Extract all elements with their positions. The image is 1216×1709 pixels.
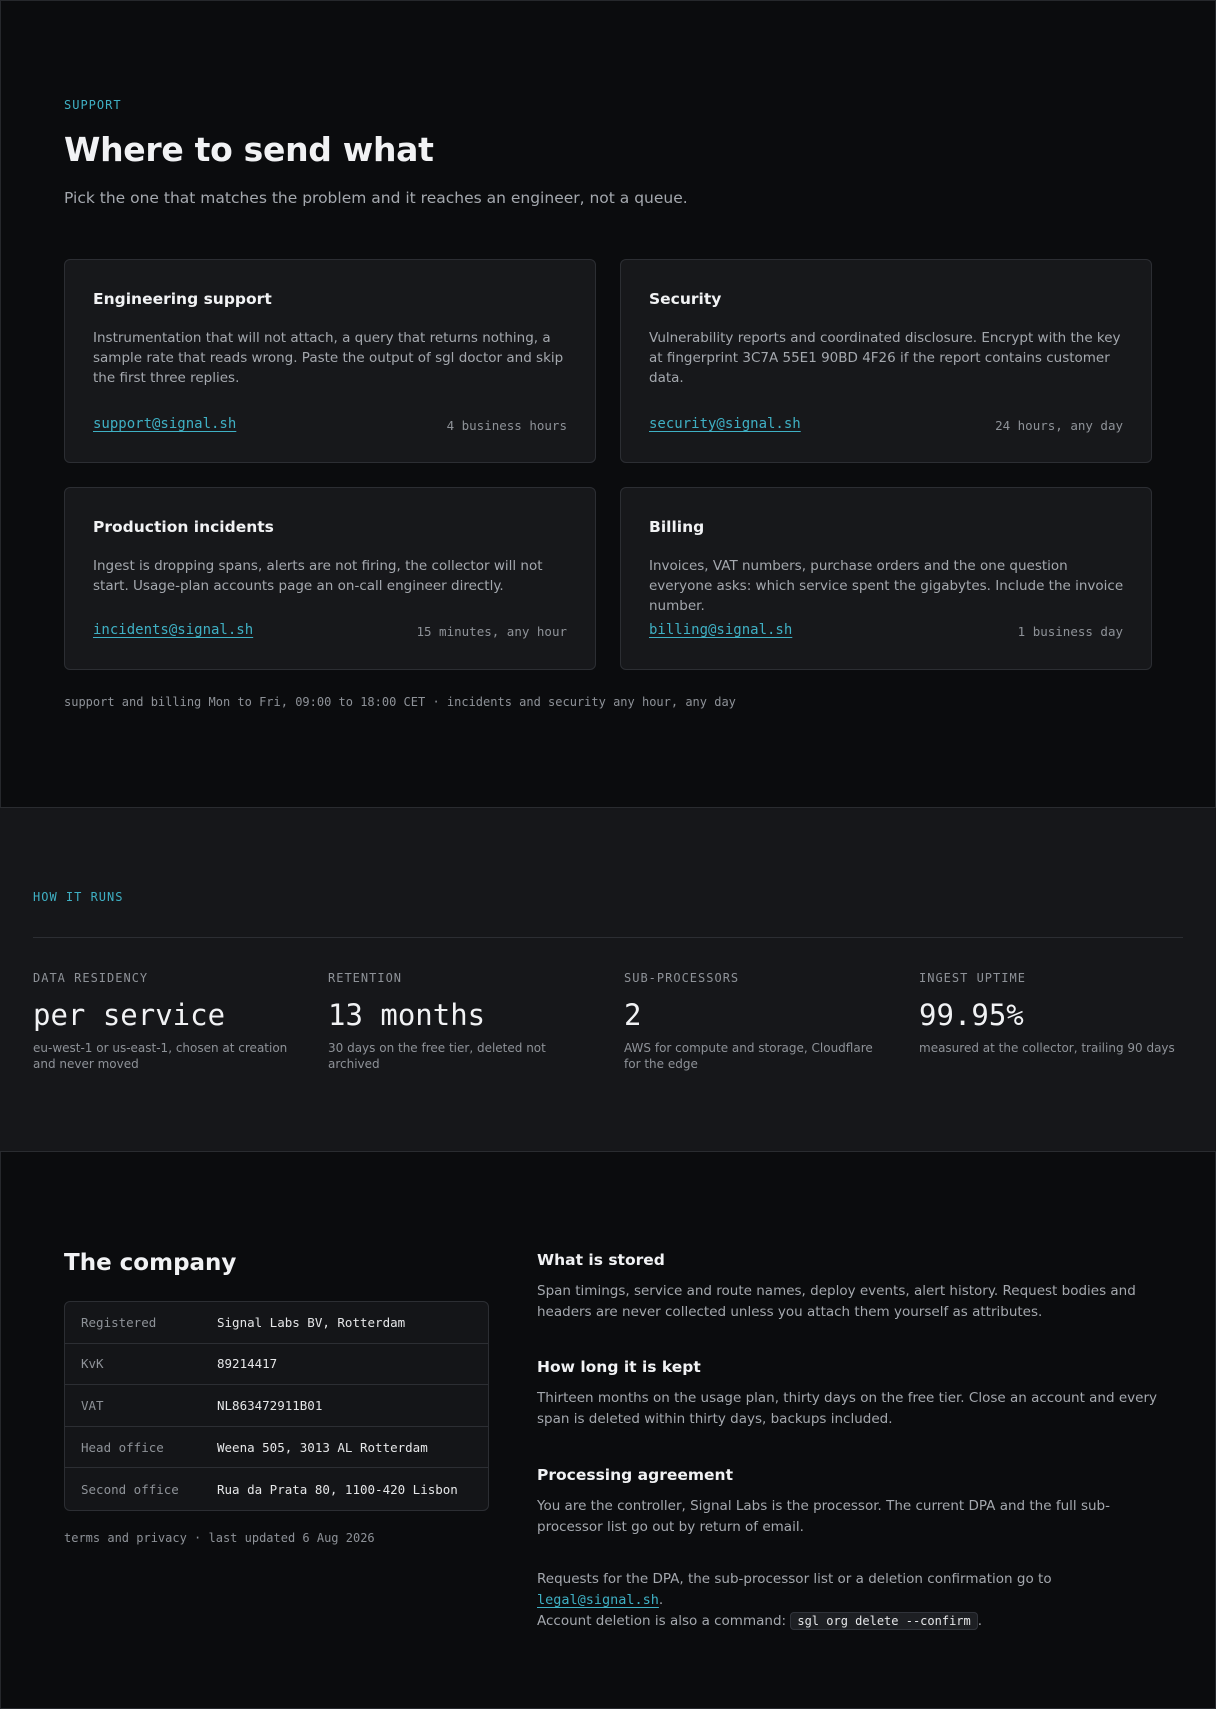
- card-production-incidents: Production incidents Ingest is dropping …: [64, 487, 596, 670]
- card-description: Vulnerability reports and coordinated di…: [649, 330, 1121, 386]
- requests-paragraph: Requests for the DPA, the sub-processor …: [537, 1569, 1167, 1632]
- delete-command: sgl org delete --confirm: [790, 1612, 978, 1630]
- fact-key: Head office: [81, 1439, 164, 1455]
- deletion-text: Account deletion is also a command:: [537, 1613, 791, 1629]
- table-row: Second office Rua da Prata 80, 1100-420 …: [65, 1468, 488, 1510]
- stat-description: measured at the collector, trailing 90 d…: [919, 1041, 1175, 1055]
- section-title: Processing agreement: [537, 1466, 733, 1484]
- card-description: Instrumentation that will not attach, a …: [93, 330, 564, 386]
- card-title: Production incidents: [93, 518, 274, 536]
- stat-description: AWS for compute and storage, Cloudflare …: [624, 1041, 873, 1071]
- table-row: Registered Signal Labs BV, Rotterdam: [65, 1302, 488, 1344]
- stat-sub-processors: SUB-PROCESSORS 2 AWS for compute and sto…: [624, 971, 884, 1072]
- fact-value: Weena 505, 3013 AL Rotterdam: [217, 1439, 428, 1455]
- stat-label: RETENTION: [328, 971, 403, 985]
- fact-value: Rua da Prata 80, 1100-420 Lisbon: [217, 1481, 458, 1497]
- section-body: Span timings, service and route names, d…: [537, 1283, 1136, 1320]
- response-time: 24 hours, any day: [995, 418, 1123, 433]
- company-title: The company: [64, 1250, 237, 1276]
- billing-email-link[interactable]: billing@signal.sh: [649, 622, 792, 638]
- stat-value: 2: [624, 998, 642, 1032]
- fact-key: Second office: [81, 1481, 179, 1497]
- support-section: SUPPORT Where to send what Pick the one …: [0, 0, 1216, 807]
- page-title: Where to send what: [64, 130, 434, 169]
- card-engineering-support: Engineering support Instrumentation that…: [64, 259, 596, 463]
- fact-key: Registered: [81, 1314, 157, 1330]
- stat-label: SUB-PROCESSORS: [624, 971, 740, 985]
- stat-label: INGEST UPTIME: [919, 971, 1026, 985]
- fact-value: 89214417: [217, 1356, 278, 1372]
- deletion-punct: .: [977, 1613, 983, 1629]
- table-row: KvK 89214417: [65, 1344, 488, 1386]
- card-title: Engineering support: [93, 290, 272, 308]
- card-security: Security Vulnerability reports and coord…: [620, 259, 1152, 463]
- fact-key: KvK: [81, 1356, 104, 1372]
- section-title: How long it is kept: [537, 1358, 701, 1376]
- card-description: Invoices, VAT numbers, purchase orders a…: [649, 558, 1124, 614]
- section-processing-agreement: Processing agreement You are the control…: [537, 1466, 1157, 1538]
- stat-description: 30 days on the free tier, deleted not ar…: [328, 1041, 546, 1071]
- fact-value: NL863472911B01: [217, 1397, 323, 1413]
- support-eyebrow: SUPPORT: [64, 98, 122, 112]
- support-hours-note: support and billing Mon to Fri, 09:00 to…: [64, 695, 736, 709]
- stat-value: per service: [33, 998, 226, 1032]
- response-time: 4 business hours: [446, 418, 567, 433]
- card-title: Billing: [649, 518, 705, 536]
- how-it-runs-section: HOW IT RUNS DATA RESIDENCY per service e…: [0, 807, 1216, 1152]
- card-description: Ingest is dropping spans, alerts are not…: [93, 558, 543, 594]
- incidents-email-link[interactable]: incidents@signal.sh: [93, 622, 253, 638]
- section-how-long-kept: How long it is kept Thirteen months on t…: [537, 1358, 1157, 1430]
- requests-punct: .: [658, 1592, 664, 1608]
- stat-ingest-uptime: INGEST UPTIME 99.95% measured at the col…: [919, 971, 1179, 1056]
- stat-value: 13 months: [328, 998, 486, 1032]
- stat-label: DATA RESIDENCY: [33, 971, 149, 985]
- table-row: Head office Weena 505, 3013 AL Rotterdam: [65, 1427, 488, 1469]
- response-time: 1 business day: [1017, 624, 1123, 639]
- response-time: 15 minutes, any hour: [416, 624, 567, 639]
- section-body: Thirteen months on the usage plan, thirt…: [537, 1390, 1157, 1427]
- table-row: VAT NL863472911B01: [65, 1385, 488, 1427]
- runs-eyebrow: HOW IT RUNS: [33, 890, 124, 904]
- section-what-is-stored: What is stored Span timings, service and…: [537, 1251, 1157, 1323]
- stat-retention: RETENTION 13 months 30 days on the free …: [328, 971, 588, 1072]
- legal-email-link[interactable]: legal@signal.sh: [537, 1592, 659, 1608]
- stat-data-residency: DATA RESIDENCY per service eu-west-1 or …: [33, 971, 293, 1072]
- company-facts-table: Registered Signal Labs BV, Rotterdam KvK…: [64, 1301, 489, 1511]
- fact-key: VAT: [81, 1397, 104, 1413]
- card-billing: Billing Invoices, VAT numbers, purchase …: [620, 487, 1152, 670]
- divider: [33, 937, 1183, 938]
- support-lede: Pick the one that matches the problem an…: [64, 189, 688, 207]
- section-title: What is stored: [537, 1251, 665, 1269]
- legal-note: terms and privacy · last updated 6 Aug 2…: [64, 1531, 375, 1545]
- stat-description: eu-west-1 or us-east-1, chosen at creati…: [33, 1041, 288, 1071]
- card-title: Security: [649, 290, 722, 308]
- security-email-link[interactable]: security@signal.sh: [649, 416, 801, 432]
- section-body: You are the controller, Signal Labs is t…: [537, 1498, 1110, 1535]
- stat-value: 99.95%: [919, 998, 1024, 1032]
- fact-value: Signal Labs BV, Rotterdam: [217, 1314, 406, 1330]
- requests-text: Requests for the DPA, the sub-processor …: [537, 1571, 1052, 1587]
- support-email-link[interactable]: support@signal.sh: [93, 416, 236, 432]
